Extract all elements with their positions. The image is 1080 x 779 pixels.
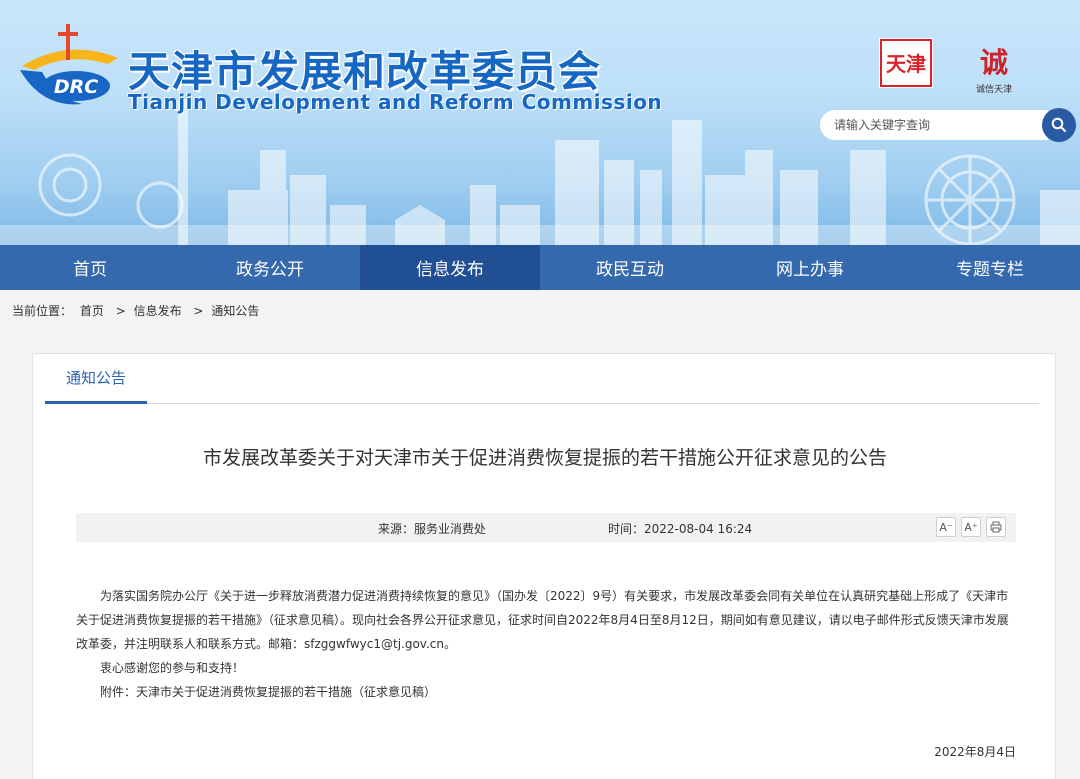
breadcrumb-prefix: 当前位置： xyxy=(12,304,73,318)
main-nav: 首页 政务公开 信息发布 政民互动 网上办事 专题专栏 xyxy=(0,245,1080,290)
tab-notices[interactable]: 通知公告 xyxy=(45,354,147,404)
article-meta-bar: 来源：服务业消费处 时间：2022-08-04 16:24 A⁻ A⁺ xyxy=(76,513,1016,542)
breadcrumb-separator: > xyxy=(193,304,204,318)
nav-item-home[interactable]: 首页 xyxy=(0,245,180,290)
search-input[interactable] xyxy=(820,110,1048,140)
article-source: 来源：服务业消费处 xyxy=(378,522,487,536)
article-body: 为落实国务院办公厅《关于进一步释放消费潜力促进消费持续恢复的意见》（国办发〔20… xyxy=(76,584,1018,704)
breadcrumb-notices[interactable]: 通知公告 xyxy=(211,304,259,318)
search-button[interactable] xyxy=(1042,108,1076,142)
credit-tianjin-badge[interactable]: 诚 诚信天津 xyxy=(966,36,1022,98)
tab-bar: 通知公告 xyxy=(45,354,1039,404)
article-title: 市发展改革委关于对天津市关于促进消费恢复提振的若干措施公开征求意见的公告 xyxy=(202,447,887,469)
drc-logo: DRC xyxy=(20,24,118,105)
svg-text:诚: 诚 xyxy=(980,46,1008,79)
nav-item-government-affairs[interactable]: 政务公开 xyxy=(180,245,360,290)
nav-item-news[interactable]: 信息发布 xyxy=(360,245,540,290)
print-button[interactable] xyxy=(986,517,1006,537)
search-box xyxy=(820,108,1076,142)
font-increase-button[interactable]: A⁺ xyxy=(961,517,981,537)
logo-text: DRC xyxy=(54,76,98,98)
badge-red-text: 天津 xyxy=(886,52,926,76)
tianjin-red-badge[interactable]: 天津 xyxy=(879,38,933,88)
breadcrumb: 当前位置： 首页 > 信息发布 > 通知公告 xyxy=(12,302,263,319)
search-icon xyxy=(1051,117,1066,132)
site-title-english: Tianjin Development and Reform Commissio… xyxy=(128,90,663,114)
article-date: 2022年8月4日 xyxy=(934,745,1016,759)
breadcrumb-separator: > xyxy=(115,304,126,318)
nav-item-interaction[interactable]: 政民互动 xyxy=(540,245,720,290)
breadcrumb-news[interactable]: 信息发布 xyxy=(134,304,182,318)
badge-credit-text: 诚信天津 xyxy=(976,83,1012,95)
article-attachment-link[interactable]: 附件：天津市关于促进消费恢复提振的若干措施（征求意见稿） xyxy=(76,680,1018,704)
article-panel: 通知公告 市发展改革委关于对天津市关于促进消费恢复提振的若干措施公开征求意见的公… xyxy=(32,353,1056,779)
breadcrumb-home[interactable]: 首页 xyxy=(80,304,104,318)
printer-icon xyxy=(990,521,1002,533)
article-paragraph: 为落实国务院办公厅《关于进一步释放消费潜力促进消费持续恢复的意见》（国办发〔20… xyxy=(76,589,1009,651)
article-paragraph: 衷心感谢您的参与和支持！ xyxy=(100,661,245,675)
article-time: 时间：2022-08-04 16:24 xyxy=(608,522,753,536)
nav-item-special-topics[interactable]: 专题专栏 xyxy=(900,245,1080,290)
font-decrease-button[interactable]: A⁻ xyxy=(936,517,956,537)
nav-item-online-services[interactable]: 网上办事 xyxy=(720,245,900,290)
site-header: DRC 天津市发展和改革委员会 Tianjin Development and … xyxy=(0,0,1080,245)
